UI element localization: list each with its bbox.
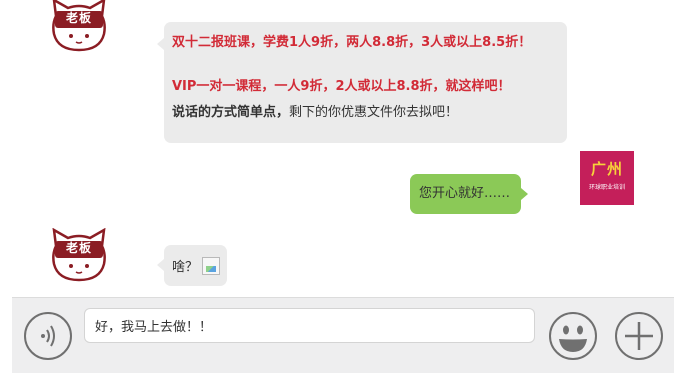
emoji-button[interactable] [548, 311, 598, 361]
broken-image-icon [202, 257, 221, 275]
boss-avatar[interactable]: 老板 [50, 228, 108, 286]
add-button[interactable] [614, 311, 664, 361]
message-bubble-question[interactable]: 啥？ [157, 245, 227, 286]
boss-avatar-label: 老板 [65, 11, 92, 25]
message-line-instruction: 说话的方式简单点，剩下的你优惠文件你去拟吧！ [172, 104, 557, 122]
chat-area: 老板 双十二报班课，学费1人9折，两人8.8折，3人或以上8.5折！ VIP一对… [0, 0, 679, 297]
smiley-icon [549, 312, 597, 360]
message-bold-phrase: 说话的方式简单点， [172, 105, 290, 120]
message-line-discount: 双十二报班课，学费1人9折，两人8.8折，3人或以上8.5折！ [172, 35, 532, 50]
message-text-reply: 您开心就好…… [419, 186, 511, 201]
boss-avatar-label: 老板 [65, 241, 92, 255]
message-text-question: 啥？ [172, 260, 199, 275]
guangzhou-avatar-subtitle: 环球职业培训 [588, 184, 625, 191]
voice-icon [24, 312, 72, 360]
cat-icon [52, 228, 106, 282]
input-bar [12, 297, 674, 373]
guangzhou-avatar-title: 广州 [590, 160, 623, 178]
message-line-vip: VIP一对一课程，一人9折，2人或以上8.8折，就这样吧！ [172, 79, 511, 94]
boss-avatar[interactable]: 老板 [50, 0, 108, 56]
message-rest-phrase: 剩下的你优惠文件你去拟吧！ [289, 105, 459, 120]
plus-icon [615, 312, 663, 360]
voice-button[interactable] [23, 311, 73, 361]
guangzhou-avatar[interactable]: 广州 环球职业培训 [580, 151, 634, 205]
message-input[interactable] [84, 308, 535, 343]
message-bubble-offer[interactable]: 双十二报班课，学费1人9折，两人8.8折，3人或以上8.5折！ VIP一对一课程… [157, 22, 567, 143]
message-bubble-reply[interactable]: 您开心就好…… [410, 174, 528, 214]
